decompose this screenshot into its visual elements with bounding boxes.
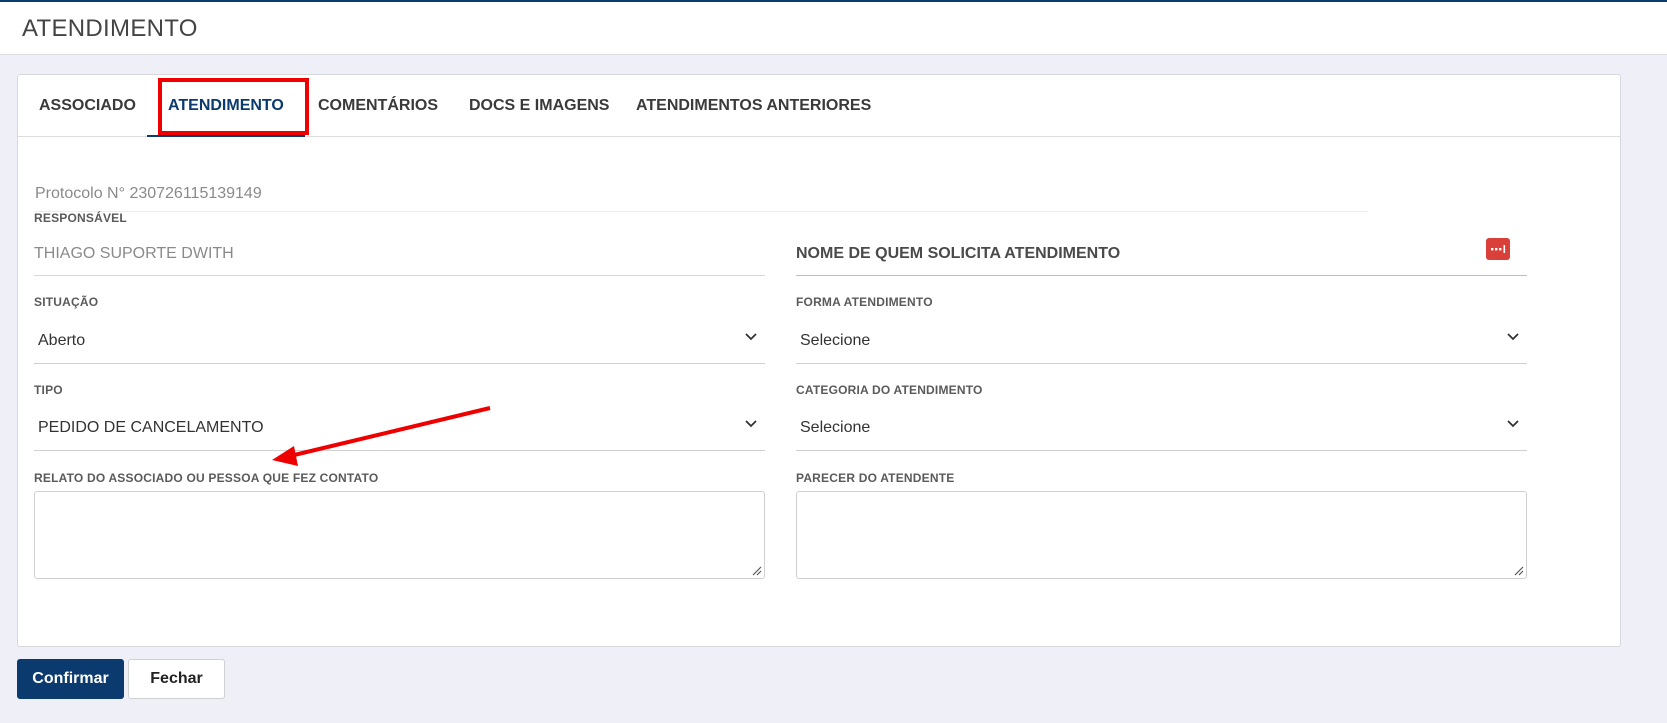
tab-atendimento[interactable]: ATENDIMENTO: [147, 75, 305, 137]
chevron-down-icon: [1507, 333, 1519, 341]
categoria-select[interactable]: Selecione: [796, 405, 1527, 451]
solicitante-label: NOME DE QUEM SOLICITA ATENDIMENTO: [796, 245, 1121, 262]
tipo-select[interactable]: PEDIDO DE CANCELAMENTO: [34, 405, 765, 451]
responsavel-value: THIAGO SUPORTE DWITH: [34, 245, 234, 262]
forma-atendimento-value: Selecione: [800, 332, 871, 349]
tab-bar: ASSOCIADO ATENDIMENTO COMENTÁRIOS DOCS E…: [18, 75, 1620, 137]
situacao-select[interactable]: Aberto: [34, 318, 765, 364]
parecer-textarea[interactable]: [796, 491, 1527, 579]
categoria-label: CATEGORIA DO ATENDIMENTO: [796, 383, 983, 397]
tipo-value: PEDIDO DE CANCELAMENTO: [38, 419, 264, 436]
page-title: ATENDIMENTO: [22, 15, 198, 42]
top-header: ATENDIMENTO: [0, 0, 1667, 55]
tab-atendimentos-anteriores[interactable]: ATENDIMENTOS ANTERIORES: [636, 75, 871, 137]
situacao-label: SITUAÇÃO: [34, 295, 99, 309]
chevron-down-icon: [745, 420, 757, 428]
more-dots-icon[interactable]: [1486, 238, 1510, 260]
forma-atendimento-label: FORMA ATENDIMENTO: [796, 295, 933, 309]
chevron-down-icon: [1507, 420, 1519, 428]
forma-atendimento-select[interactable]: Selecione: [796, 318, 1527, 364]
solicitante-input[interactable]: [796, 275, 1527, 276]
responsavel-underline: [34, 275, 765, 276]
protocol-number: Protocolo N° 230726115139149: [35, 185, 1368, 212]
relato-textarea[interactable]: [34, 491, 765, 579]
relato-label: RELATO DO ASSOCIADO OU PESSOA QUE FEZ CO…: [34, 471, 379, 485]
situacao-value: Aberto: [38, 332, 86, 349]
responsavel-label: RESPONSÁVEL: [34, 211, 127, 225]
chevron-down-icon: [745, 333, 757, 341]
resize-grip-icon[interactable]: [751, 565, 762, 576]
categoria-value: Selecione: [800, 419, 871, 436]
tab-associado[interactable]: ASSOCIADO: [39, 75, 136, 137]
resize-grip-icon[interactable]: [1513, 565, 1524, 576]
tab-comentarios[interactable]: COMENTÁRIOS: [318, 75, 438, 137]
close-button[interactable]: Fechar: [128, 659, 225, 699]
tipo-label: TIPO: [34, 383, 63, 397]
parecer-label: PARECER DO ATENDENTE: [796, 471, 955, 485]
tab-docs-imagens[interactable]: DOCS E IMAGENS: [469, 75, 609, 137]
form-panel: ASSOCIADO ATENDIMENTO COMENTÁRIOS DOCS E…: [17, 74, 1621, 647]
confirm-button[interactable]: Confirmar: [17, 659, 124, 699]
